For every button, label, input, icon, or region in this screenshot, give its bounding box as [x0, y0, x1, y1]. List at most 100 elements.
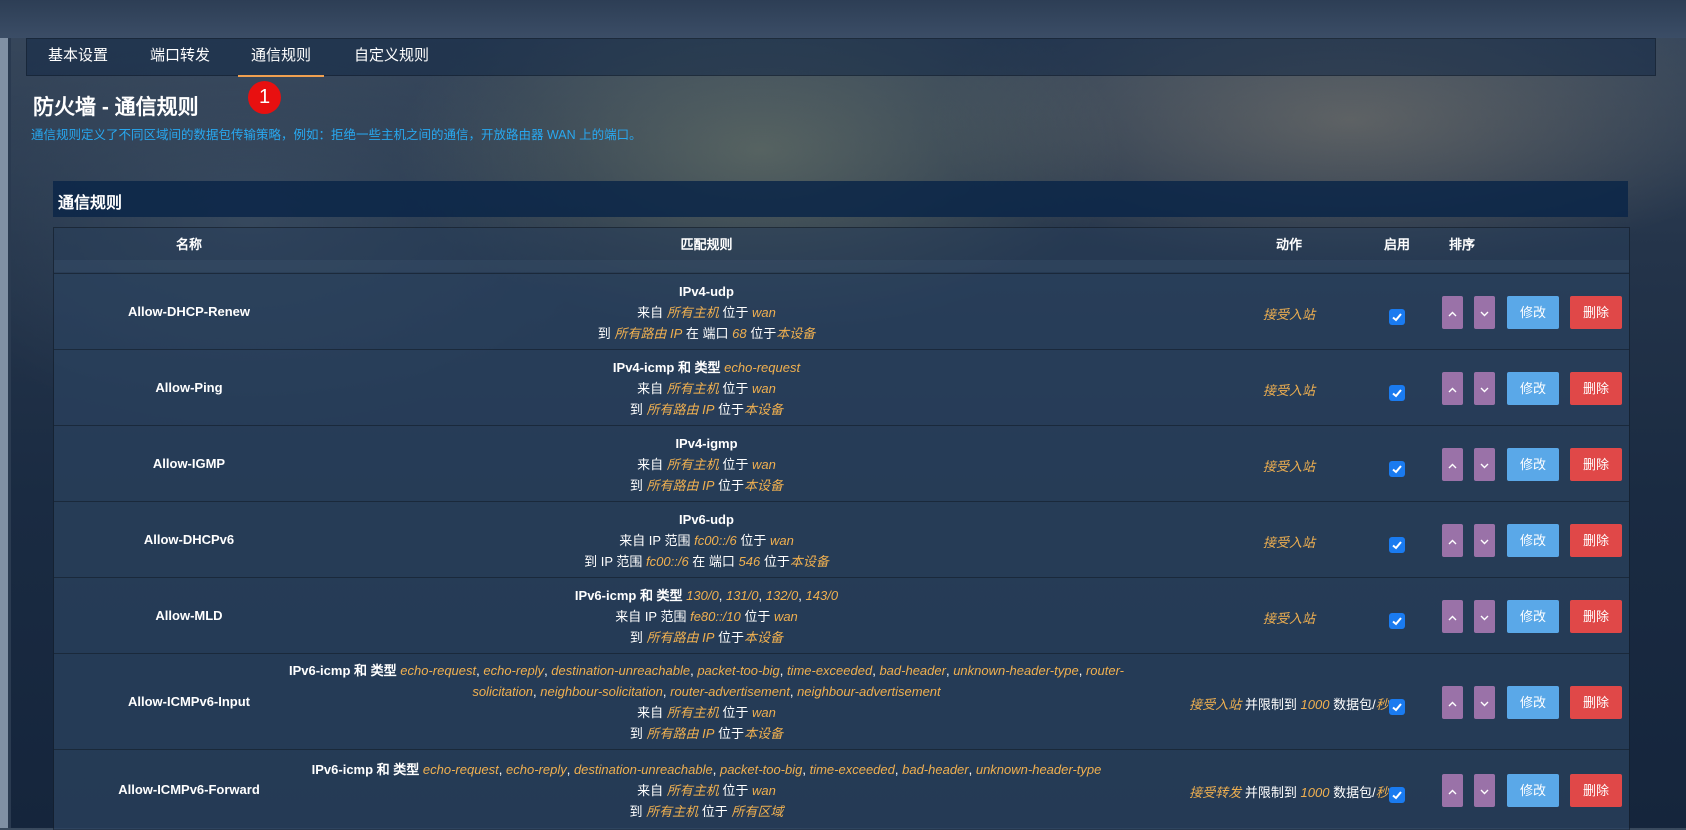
- match-text: ,: [798, 587, 806, 603]
- match-text: IPv6-icmp 和 类型: [288, 663, 401, 678]
- match-line: 来自 所有主机 位于 wan: [224, 454, 1189, 475]
- move-up-button[interactable]: [1442, 600, 1463, 633]
- enable-checkbox[interactable]: [1389, 385, 1405, 401]
- chevron-down-icon: [1480, 380, 1489, 398]
- tab-custom-rules[interactable]: 自定义规则: [354, 39, 429, 75]
- move-up-button[interactable]: [1442, 448, 1463, 481]
- match-value: fe80::/10: [690, 608, 741, 624]
- rule-match: IPv6-icmp 和 类型 echo-request, echo-reply,…: [224, 660, 1189, 744]
- enable-checkbox[interactable]: [1389, 613, 1405, 629]
- match-value: 所有主机: [666, 705, 719, 720]
- move-down-button[interactable]: [1474, 686, 1495, 719]
- delete-button[interactable]: 删除: [1570, 448, 1622, 481]
- match-text: 来自: [637, 380, 667, 396]
- move-up-button[interactable]: [1442, 686, 1463, 719]
- delete-button[interactable]: 删除: [1570, 774, 1622, 807]
- match-value: wan: [773, 608, 798, 624]
- move-down-button[interactable]: [1474, 524, 1495, 557]
- match-value: 所有路由 IP: [646, 401, 715, 417]
- move-down-button[interactable]: [1474, 372, 1495, 405]
- match-value: packet-too-big: [719, 761, 803, 777]
- move-up-button[interactable]: [1442, 774, 1463, 807]
- match-value: router-advertisement: [670, 684, 790, 699]
- enable-checkbox[interactable]: [1389, 537, 1405, 553]
- delete-button[interactable]: 删除: [1570, 372, 1622, 405]
- match-text: ,: [712, 761, 720, 777]
- match-line: 到 所有路由 IP 在 端口 68 位于本设备: [224, 323, 1189, 344]
- match-text: 并限制到: [1241, 785, 1301, 800]
- match-value: 接受入站: [1262, 307, 1315, 322]
- move-up-button[interactable]: [1442, 296, 1463, 329]
- col-header-sort: 排序: [1448, 237, 1475, 252]
- tab-port-forwarding[interactable]: 端口转发: [150, 39, 210, 75]
- match-value: 本设备: [744, 477, 784, 493]
- match-value: wan: [752, 304, 776, 320]
- match-value: 所有区域: [731, 803, 784, 819]
- match-text: 位于: [740, 608, 774, 624]
- rule-match: IPv6-icmp 和 类型 130/0, 131/0, 132/0, 143/…: [224, 585, 1189, 648]
- match-value: destination-unreachable: [573, 761, 713, 777]
- match-value: wan: [752, 782, 776, 798]
- match-value: 546: [738, 553, 761, 569]
- delete-button[interactable]: 删除: [1570, 524, 1622, 557]
- match-text: 位于: [760, 553, 790, 569]
- tab-basic-settings[interactable]: 基本设置: [48, 39, 108, 75]
- table-row: Allow-IGMP IPv4-igmp 来自 所有主机 位于 wan 到 所有路由 …: [54, 425, 1629, 502]
- edit-button[interactable]: 修改: [1507, 448, 1559, 481]
- edit-button[interactable]: 修改: [1507, 296, 1559, 329]
- edit-button[interactable]: 修改: [1507, 524, 1559, 557]
- match-value: unknown-header-type: [975, 761, 1102, 777]
- match-text: 到: [629, 803, 647, 819]
- edit-button[interactable]: 修改: [1507, 686, 1559, 719]
- match-text: ,: [1078, 663, 1086, 678]
- delete-button[interactable]: 删除: [1570, 686, 1622, 719]
- move-down-button[interactable]: [1474, 774, 1495, 807]
- chevron-up-icon: [1448, 304, 1457, 322]
- enable-checkbox[interactable]: [1389, 309, 1405, 325]
- edit-button[interactable]: 修改: [1507, 774, 1559, 807]
- match-value: time-exceeded: [809, 761, 895, 777]
- page-title: 防火墙 - 通信规则: [33, 96, 199, 119]
- match-value: 132/0: [765, 587, 799, 603]
- table-row: Allow-ICMPv6-Input IPv6-icmp 和 类型 echo-re…: [54, 653, 1629, 750]
- match-line: 到 所有路由 IP 位于本设备: [224, 723, 1189, 744]
- match-value: echo-request: [724, 359, 801, 375]
- left-scroll-edge: [0, 38, 8, 828]
- match-line: 来自 IP 范围 fc00::/6 位于 wan: [224, 530, 1189, 551]
- match-value: 所有路由 IP: [646, 726, 715, 741]
- page-description: 通信规则定义了不同区域间的数据包传输策略，例如：拒绝一些主机之间的通信，开放路由…: [31, 128, 642, 142]
- match-text: IPv6-udp: [679, 511, 734, 527]
- delete-button[interactable]: 删除: [1570, 600, 1622, 633]
- enable-checkbox[interactable]: [1389, 461, 1405, 477]
- match-text: IPv4-icmp 和 类型: [612, 359, 725, 375]
- match-text: IPv4-igmp: [675, 435, 738, 451]
- move-down-button[interactable]: [1474, 600, 1495, 633]
- match-value: 接受转发: [1189, 785, 1242, 800]
- match-line: 来自 IP 范围 fe80::/10 位于 wan: [224, 606, 1189, 627]
- match-value: 所有主机: [666, 782, 719, 798]
- enable-checkbox[interactable]: [1389, 699, 1405, 715]
- match-value: 所有主机: [666, 456, 719, 472]
- header-spacer: [54, 260, 1629, 272]
- match-value: packet-too-big: [697, 663, 780, 678]
- match-line: 来自 所有主机 位于 wan: [224, 378, 1189, 399]
- move-up-button[interactable]: [1442, 372, 1463, 405]
- chevron-down-icon: [1480, 304, 1489, 322]
- move-down-button[interactable]: [1474, 448, 1495, 481]
- match-value: bad-header: [879, 663, 946, 678]
- match-value: time-exceeded: [786, 663, 873, 678]
- chevron-up-icon: [1448, 608, 1457, 626]
- enable-checkbox[interactable]: [1389, 787, 1405, 803]
- match-value: neighbour-advertisement: [797, 684, 941, 699]
- table-row: Allow-MLD IPv6-icmp 和 类型 130/0, 131/0, 13…: [54, 577, 1629, 654]
- edit-button[interactable]: 修改: [1507, 600, 1559, 633]
- tab-traffic-rules[interactable]: 通信规则: [238, 39, 325, 77]
- move-down-button[interactable]: [1474, 296, 1495, 329]
- delete-button[interactable]: 删除: [1570, 296, 1622, 329]
- section-title: 通信规则: [58, 195, 123, 212]
- match-line: IPv4-igmp: [224, 433, 1189, 454]
- edit-button[interactable]: 修改: [1507, 372, 1559, 405]
- match-text: 位于: [714, 477, 745, 493]
- match-text: 位于: [718, 782, 752, 798]
- move-up-button[interactable]: [1442, 524, 1463, 557]
